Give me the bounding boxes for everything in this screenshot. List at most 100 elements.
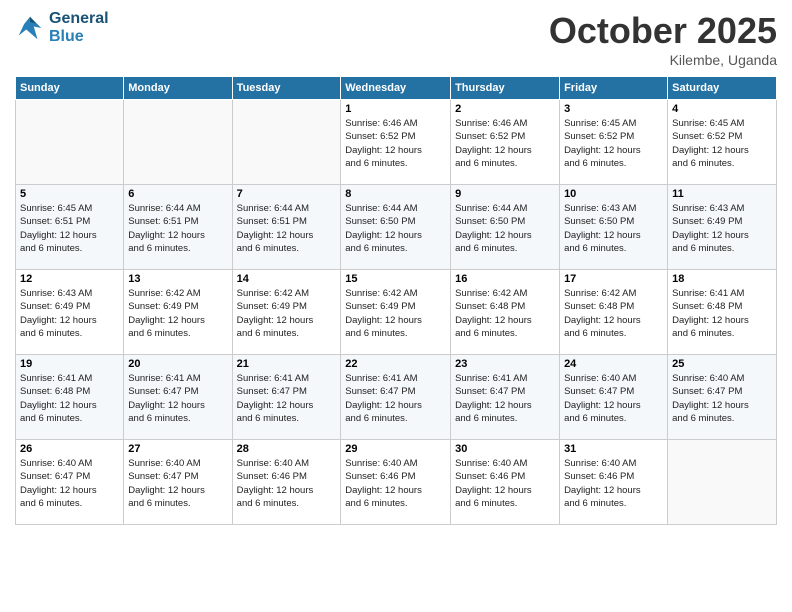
day-number: 3 xyxy=(564,103,663,115)
calendar-week-1: 5 Sunrise: 6:45 AMSunset: 6:51 PMDaylight… xyxy=(16,185,777,270)
day-number: 1 xyxy=(345,103,446,115)
day-number: 21 xyxy=(237,358,337,370)
col-friday: Friday xyxy=(560,77,668,100)
day-info: Sunrise: 6:41 AMSunset: 6:48 PMDaylight:… xyxy=(672,287,772,340)
day-number: 5 xyxy=(20,188,119,200)
location-subtitle: Kilembe, Uganda xyxy=(549,52,777,68)
table-row: 22 Sunrise: 6:41 AMSunset: 6:47 PMDayligh… xyxy=(341,355,451,440)
calendar-week-3: 19Sunrise: 6:41 AMSunset: 6:48 PMDayligh… xyxy=(16,355,777,440)
calendar-table: Sunday Monday Tuesday Wednesday Thursday… xyxy=(15,76,777,525)
day-info: Sunrise: 6:41 AMSunset: 6:47 PMDaylight:… xyxy=(455,372,555,425)
table-row: 11Sunrise: 6:43 AMSunset: 6:49 PMDayligh… xyxy=(668,185,777,270)
calendar-week-2: 12Sunrise: 6:43 AMSunset: 6:49 PMDayligh… xyxy=(16,270,777,355)
header: General Blue October 2025 Kilembe, Ugand… xyxy=(15,10,777,68)
table-row: 14Sunrise: 6:42 AMSunset: 6:49 PMDayligh… xyxy=(232,270,341,355)
calendar-header-row: Sunday Monday Tuesday Wednesday Thursday… xyxy=(16,77,777,100)
day-number: 18 xyxy=(672,273,772,285)
day-number: 28 xyxy=(237,443,337,455)
table-row: 26Sunrise: 6:40 AMSunset: 6:47 PMDayligh… xyxy=(16,440,124,525)
table-row: 17 Sunrise: 6:42 AMSunset: 6:48 PMDayligh… xyxy=(560,270,668,355)
table-row xyxy=(668,440,777,525)
day-number: 6 xyxy=(128,188,227,200)
day-number: 11 xyxy=(672,188,772,200)
day-info: Sunrise: 6:46 AMSunset: 6:52 PMDaylight:… xyxy=(345,117,446,170)
day-number: 4 xyxy=(672,103,772,115)
day-info: Sunrise: 6:41 AMSunset: 6:47 PMDaylight:… xyxy=(237,372,337,425)
table-row xyxy=(16,100,124,185)
day-info: Sunrise: 6:45 AMSunset: 6:51 PMDaylight:… xyxy=(20,202,119,255)
table-row: 29Sunrise: 6:40 AMSunset: 6:46 PMDayligh… xyxy=(341,440,451,525)
day-info: Sunrise: 6:40 AMSunset: 6:47 PMDaylight:… xyxy=(564,372,663,425)
month-title: October 2025 xyxy=(549,10,777,52)
day-number: 25 xyxy=(672,358,772,370)
table-row: 18 Sunrise: 6:41 AMSunset: 6:48 PMDayligh… xyxy=(668,270,777,355)
day-info: Sunrise: 6:44 AMSunset: 6:51 PMDaylight:… xyxy=(128,202,227,255)
table-row: 28 Sunrise: 6:40 AMSunset: 6:46 PMDayligh… xyxy=(232,440,341,525)
table-row xyxy=(232,100,341,185)
day-number: 23 xyxy=(455,358,555,370)
table-row: 25 Sunrise: 6:40 AMSunset: 6:47 PMDayligh… xyxy=(668,355,777,440)
table-row: 1 Sunrise: 6:46 AMSunset: 6:52 PMDaylight… xyxy=(341,100,451,185)
table-row: 4 Sunrise: 6:45 AMSunset: 6:52 PMDaylight… xyxy=(668,100,777,185)
table-row: 13 Sunrise: 6:42 AMSunset: 6:49 PMDayligh… xyxy=(124,270,232,355)
table-row: 20Sunrise: 6:41 AMSunset: 6:47 PMDayligh… xyxy=(124,355,232,440)
table-row: 31 Sunrise: 6:40 AMSunset: 6:46 PMDayligh… xyxy=(560,440,668,525)
day-info: Sunrise: 6:40 AMSunset: 6:46 PMDaylight:… xyxy=(237,457,337,510)
day-info: Sunrise: 6:45 AMSunset: 6:52 PMDaylight:… xyxy=(672,117,772,170)
day-number: 15 xyxy=(345,273,446,285)
day-info: Sunrise: 6:40 AMSunset: 6:47 PMDaylight:… xyxy=(672,372,772,425)
table-row xyxy=(124,100,232,185)
day-info: Sunrise: 6:42 AMSunset: 6:48 PMDaylight:… xyxy=(564,287,663,340)
col-thursday: Thursday xyxy=(451,77,560,100)
day-info: Sunrise: 6:44 AMSunset: 6:50 PMDaylight:… xyxy=(455,202,555,255)
table-row: 8Sunrise: 6:44 AMSunset: 6:50 PMDaylight… xyxy=(341,185,451,270)
day-info: Sunrise: 6:40 AMSunset: 6:47 PMDaylight:… xyxy=(20,457,119,510)
day-number: 2 xyxy=(455,103,555,115)
day-number: 29 xyxy=(345,443,446,455)
day-number: 24 xyxy=(564,358,663,370)
logo: General Blue xyxy=(15,10,109,46)
table-row: 21 Sunrise: 6:41 AMSunset: 6:47 PMDayligh… xyxy=(232,355,341,440)
calendar-week-4: 26Sunrise: 6:40 AMSunset: 6:47 PMDayligh… xyxy=(16,440,777,525)
day-number: 30 xyxy=(455,443,555,455)
table-row: 27Sunrise: 6:40 AMSunset: 6:47 PMDayligh… xyxy=(124,440,232,525)
title-block: October 2025 Kilembe, Uganda xyxy=(549,10,777,68)
logo-icon xyxy=(15,13,45,43)
page: General Blue October 2025 Kilembe, Ugand… xyxy=(0,0,792,612)
day-number: 10 xyxy=(564,188,663,200)
table-row: 16 Sunrise: 6:42 AMSunset: 6:48 PMDayligh… xyxy=(451,270,560,355)
day-info: Sunrise: 6:44 AMSunset: 6:50 PMDaylight:… xyxy=(345,202,446,255)
day-number: 9 xyxy=(455,188,555,200)
day-info: Sunrise: 6:42 AMSunset: 6:49 PMDaylight:… xyxy=(345,287,446,340)
day-number: 22 xyxy=(345,358,446,370)
table-row: 19Sunrise: 6:41 AMSunset: 6:48 PMDayligh… xyxy=(16,355,124,440)
day-number: 16 xyxy=(455,273,555,285)
day-number: 17 xyxy=(564,273,663,285)
day-info: Sunrise: 6:43 AMSunset: 6:49 PMDaylight:… xyxy=(20,287,119,340)
table-row: 30Sunrise: 6:40 AMSunset: 6:46 PMDayligh… xyxy=(451,440,560,525)
day-info: Sunrise: 6:40 AMSunset: 6:46 PMDaylight:… xyxy=(564,457,663,510)
table-row: 23 Sunrise: 6:41 AMSunset: 6:47 PMDayligh… xyxy=(451,355,560,440)
table-row: 15 Sunrise: 6:42 AMSunset: 6:49 PMDayligh… xyxy=(341,270,451,355)
day-info: Sunrise: 6:42 AMSunset: 6:49 PMDaylight:… xyxy=(237,287,337,340)
table-row: 10 Sunrise: 6:43 AMSunset: 6:50 PMDayligh… xyxy=(560,185,668,270)
day-info: Sunrise: 6:41 AMSunset: 6:47 PMDaylight:… xyxy=(128,372,227,425)
calendar-week-0: 1 Sunrise: 6:46 AMSunset: 6:52 PMDaylight… xyxy=(16,100,777,185)
day-info: Sunrise: 6:40 AMSunset: 6:47 PMDaylight:… xyxy=(128,457,227,510)
col-tuesday: Tuesday xyxy=(232,77,341,100)
logo-text: General Blue xyxy=(49,10,109,46)
day-number: 31 xyxy=(564,443,663,455)
day-info: Sunrise: 6:42 AMSunset: 6:48 PMDaylight:… xyxy=(455,287,555,340)
day-info: Sunrise: 6:46 AMSunset: 6:52 PMDaylight:… xyxy=(455,117,555,170)
table-row: 2 Sunrise: 6:46 AMSunset: 6:52 PMDaylight… xyxy=(451,100,560,185)
day-number: 13 xyxy=(128,273,227,285)
table-row: 5 Sunrise: 6:45 AMSunset: 6:51 PMDaylight… xyxy=(16,185,124,270)
day-info: Sunrise: 6:41 AMSunset: 6:47 PMDaylight:… xyxy=(345,372,446,425)
table-row: 3 Sunrise: 6:45 AMSunset: 6:52 PMDaylight… xyxy=(560,100,668,185)
day-info: Sunrise: 6:43 AMSunset: 6:50 PMDaylight:… xyxy=(564,202,663,255)
table-row: 12Sunrise: 6:43 AMSunset: 6:49 PMDayligh… xyxy=(16,270,124,355)
table-row: 6 Sunrise: 6:44 AMSunset: 6:51 PMDaylight… xyxy=(124,185,232,270)
day-info: Sunrise: 6:45 AMSunset: 6:52 PMDaylight:… xyxy=(564,117,663,170)
table-row: 9 Sunrise: 6:44 AMSunset: 6:50 PMDaylight… xyxy=(451,185,560,270)
day-info: Sunrise: 6:42 AMSunset: 6:49 PMDaylight:… xyxy=(128,287,227,340)
